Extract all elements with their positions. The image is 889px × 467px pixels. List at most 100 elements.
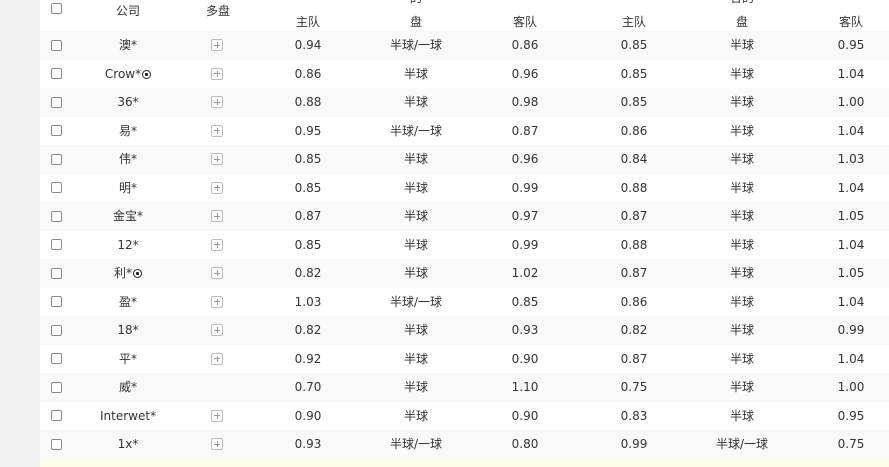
row-checkbox[interactable] (51, 210, 62, 222)
home-odds-1: 0.92 (278, 345, 338, 374)
home-odds-2: 0.84 (604, 145, 664, 174)
home-odds-2: 0.75 (604, 373, 664, 402)
home-odds-1: 0.82 (278, 316, 338, 345)
away-odds-1: 0.97 (495, 202, 555, 231)
away-odds-2-text: 1.00 (837, 95, 865, 109)
footer-strip (40, 459, 889, 467)
home-odds-1: 0.90 (278, 402, 338, 431)
away-odds-1-text: 0.99 (511, 237, 539, 252)
company-name-text: 易* (118, 123, 137, 138)
select-all-checkbox[interactable] (51, 3, 62, 14)
handicap-line-2-text: 半球 (729, 351, 754, 366)
away-odds-1-text: 0.86 (511, 38, 539, 52)
row-checkbox[interactable] (51, 182, 62, 193)
row-checkbox[interactable] (51, 153, 62, 165)
home-odds-2-text: 0.88 (620, 237, 648, 252)
company-name-text: 18* (117, 323, 139, 337)
row-checkbox[interactable] (51, 239, 62, 250)
away-odds-2: 1.04 (821, 231, 881, 260)
home-odds-2-text: 0.99 (620, 437, 648, 451)
plus-icon[interactable] (211, 438, 223, 450)
plus-icon[interactable] (211, 96, 223, 108)
away-odds-2-text: 0.75 (837, 437, 865, 451)
away-odds-2: 1.04 (821, 345, 881, 374)
row-checkbox[interactable] (51, 68, 62, 79)
company-name: 12* (100, 231, 156, 260)
handicap-line-1-text: 半球/一球 (389, 294, 443, 309)
handicap-line-2: 半球 (712, 117, 772, 146)
home-odds-1: 0.94 (278, 31, 338, 60)
row-checkbox[interactable] (51, 381, 62, 393)
header-home-1: 主队 (295, 15, 320, 29)
home-odds-1: 0.85 (278, 174, 338, 203)
home-odds-1-text: 0.95 (294, 123, 322, 138)
plus-icon[interactable] (211, 409, 223, 422)
plus-icon[interactable] (211, 153, 223, 165)
row-checkbox[interactable] (51, 296, 62, 307)
away-odds-1: 0.87 (495, 117, 555, 146)
row-checkbox[interactable] (51, 125, 62, 136)
home-odds-2: 0.83 (604, 402, 664, 431)
away-odds-1-text: 0.85 (511, 294, 539, 309)
company-name-text: 明* (118, 180, 137, 195)
home-odds-1-text: 0.93 (294, 437, 322, 451)
plus-icon[interactable] (211, 67, 223, 80)
plus-icon[interactable] (211, 324, 223, 336)
row-checkbox[interactable] (51, 353, 62, 364)
handicap-line-2: 半球 (712, 60, 772, 89)
handicap-line-2-text: 半球/一球 (715, 437, 769, 451)
handicap-line-1-text: 半球 (403, 209, 428, 223)
handicap-line-1: 半球 (386, 88, 446, 117)
handicap-line-2: 半球 (712, 373, 772, 402)
plus-icon[interactable] (211, 210, 223, 222)
table-row: 伟* 0.85 半球 0.96 0.84 半球 1.03 (40, 145, 889, 174)
home-odds-2: 0.86 (604, 117, 664, 146)
row-checkbox[interactable] (51, 96, 62, 108)
handicap-line-1-text: 半球 (403, 66, 428, 81)
company-name: 金宝* (100, 202, 156, 231)
plus-icon[interactable] (211, 124, 223, 137)
home-odds-2: 0.86 (604, 288, 664, 317)
home-odds-2: 0.87 (604, 202, 664, 231)
company-name-text: 1x* (117, 437, 139, 451)
away-odds-2-text: 1.04 (837, 66, 865, 81)
plus-icon[interactable] (211, 295, 223, 308)
row-checkbox[interactable] (51, 39, 62, 51)
company-name: 利* (100, 259, 156, 288)
plus-icon[interactable] (211, 39, 223, 51)
home-odds-2: 0.88 (604, 174, 664, 203)
handicap-line-2-text: 半球 (729, 237, 754, 252)
row-checkbox[interactable] (51, 410, 62, 421)
handicap-line-1-text: 半球 (403, 351, 428, 366)
handicap-line-1: 半球 (386, 402, 446, 431)
home-odds-1: 0.85 (278, 231, 338, 260)
company-name: 平* (100, 345, 156, 374)
table-row: 盈* 1.03 半球/一球 0.85 0.86 半球 1.04 (40, 288, 889, 317)
home-odds-2: 0.99 (604, 430, 664, 459)
plus-icon[interactable] (211, 352, 223, 365)
home-odds-1: 0.95 (278, 117, 338, 146)
plus-icon[interactable] (211, 181, 223, 194)
away-odds-1: 0.86 (495, 31, 555, 60)
company-name-text: 澳* (118, 38, 137, 52)
row-checkbox[interactable] (51, 324, 62, 336)
table-row: 12* 0.85 半球 0.99 0.88 半球 1.04 (40, 231, 889, 260)
company-name-text: 平* (118, 351, 137, 366)
away-odds-1-text: 0.93 (511, 323, 539, 337)
row-checkbox[interactable] (51, 438, 62, 450)
plus-icon[interactable] (211, 238, 223, 251)
home-odds-1-text: 1.03 (294, 294, 322, 309)
row-checkbox[interactable] (51, 267, 62, 279)
handicap-line-1-text: 半球 (403, 408, 428, 423)
company-name-text: 金宝* (112, 209, 143, 223)
table-row: Interwet* 0.90 半球 0.90 0.83 半球 0.95 (40, 402, 889, 431)
soccer-ball-icon (133, 269, 142, 278)
header-company: 公司 (115, 4, 140, 18)
table-row: 金宝* 0.87 半球 0.97 0.87 半球 1.05 (40, 202, 889, 231)
handicap-line-1: 半球 (386, 345, 446, 374)
handicap-line-1: 半球 (386, 259, 446, 288)
company-name: 伟* (100, 145, 156, 174)
plus-icon[interactable] (211, 267, 223, 279)
away-odds-1-text: 0.99 (511, 180, 539, 195)
handicap-line-1: 半球 (386, 60, 446, 89)
